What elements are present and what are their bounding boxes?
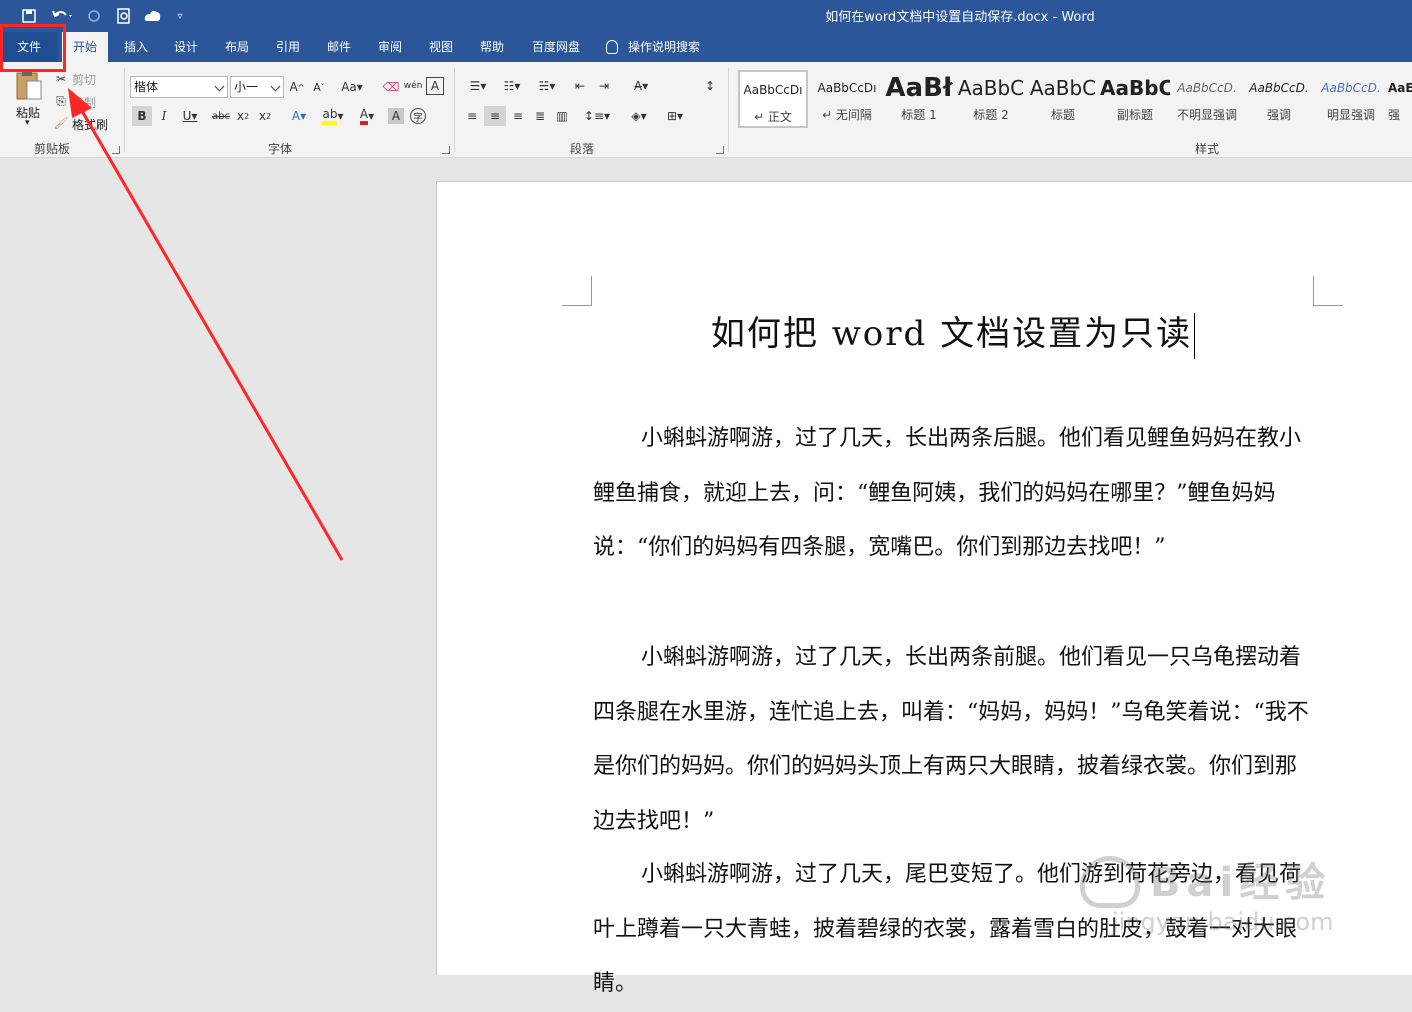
annotation-arrow bbox=[68, 88, 344, 561]
